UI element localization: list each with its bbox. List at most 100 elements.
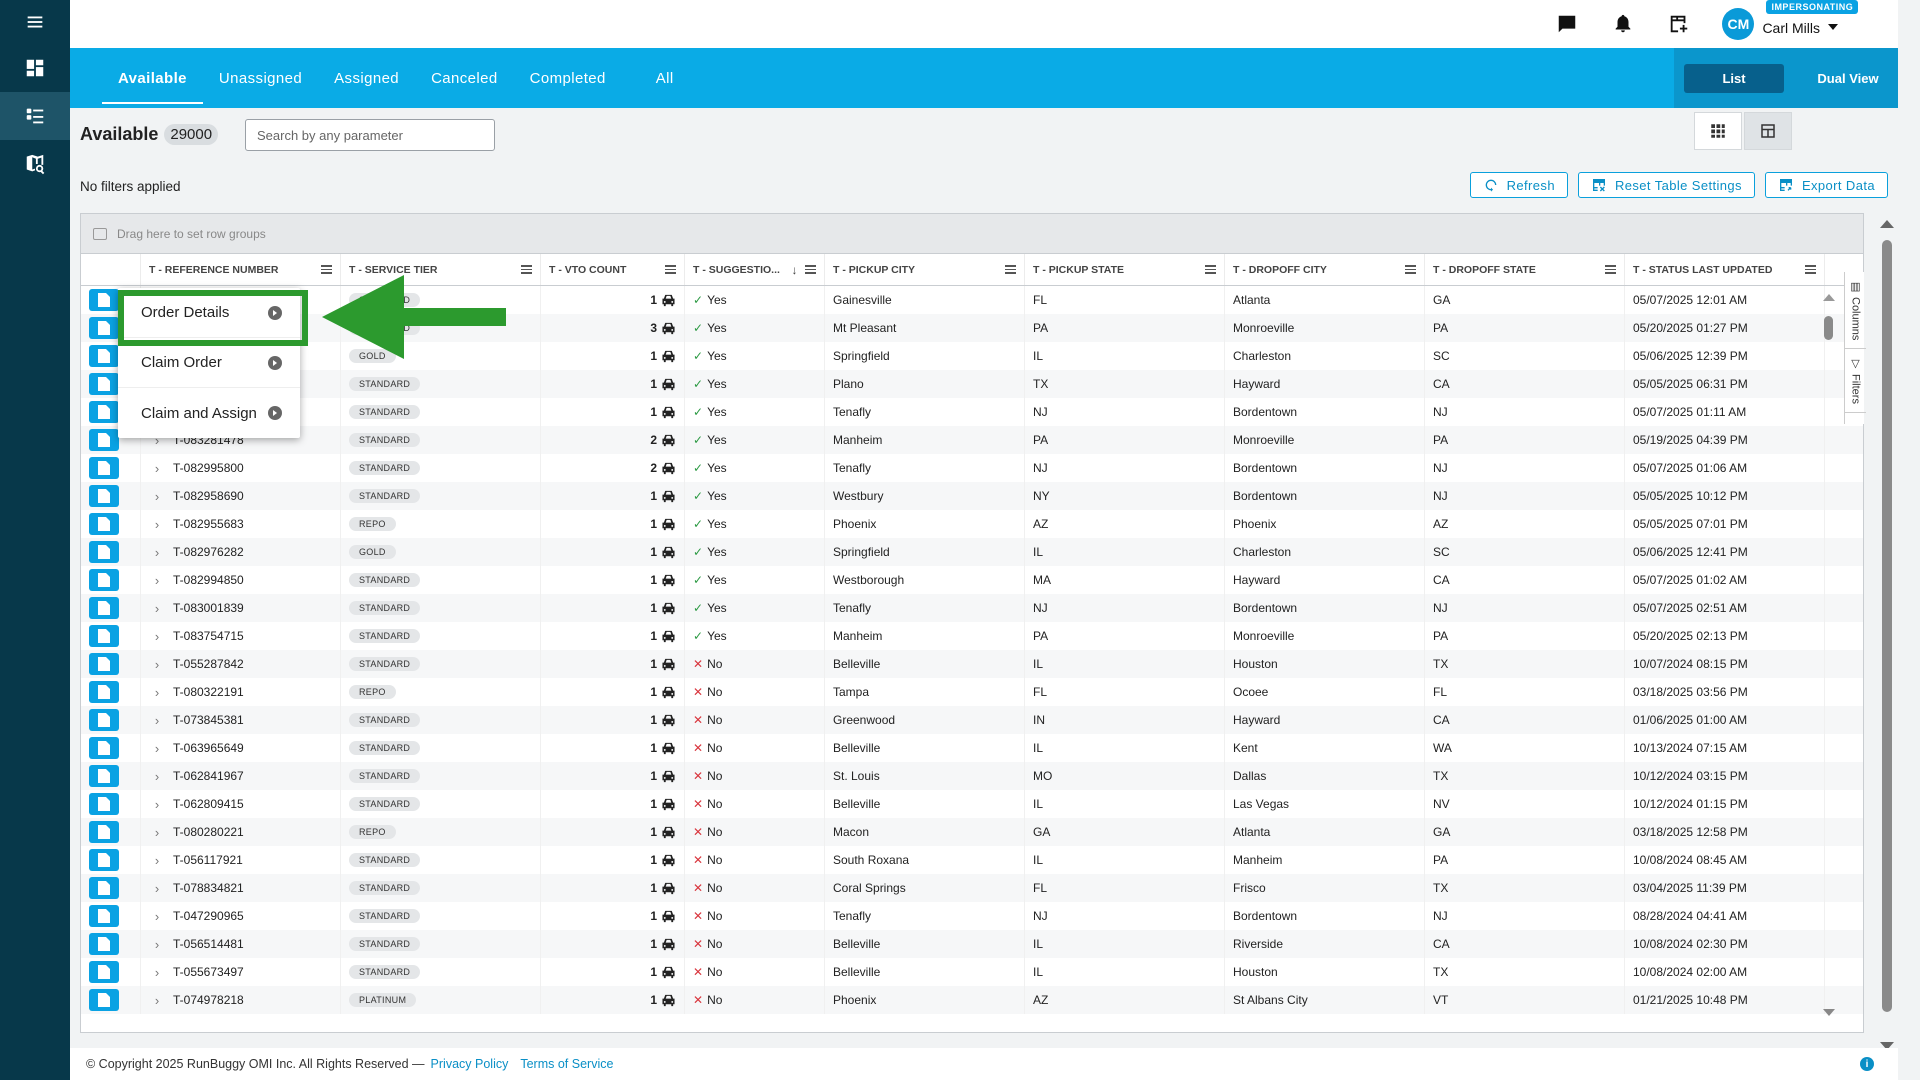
- document-icon[interactable]: [89, 597, 119, 619]
- page-scroll-up-icon[interactable]: [1880, 220, 1894, 228]
- header-dropoff-state[interactable]: T - DROPOFF STATE: [1425, 254, 1625, 285]
- header-suggestion[interactable]: T - SUGGESTIO... ↓: [685, 254, 825, 285]
- rail-orders-list-button[interactable]: [0, 92, 70, 140]
- expand-chevron-icon[interactable]: ›: [149, 545, 165, 560]
- expand-chevron-icon[interactable]: ›: [149, 993, 165, 1008]
- table-row[interactable]: › T-082958690 STANDARD 1 ✓ Yes Westbury NY Borde…: [81, 482, 1863, 510]
- table-row[interactable]: › T-056117921 STANDARD 1 ✕ No South Roxana IL Ma…: [81, 846, 1863, 874]
- row-actions-cell[interactable]: [81, 566, 141, 594]
- refresh-button[interactable]: Refresh: [1469, 172, 1568, 198]
- rail-dashboard-button[interactable]: [0, 44, 70, 92]
- document-icon[interactable]: [89, 373, 119, 395]
- row-actions-cell[interactable]: [81, 538, 141, 566]
- row-actions-cell[interactable]: [81, 846, 141, 874]
- document-icon[interactable]: [89, 765, 119, 787]
- expand-chevron-icon[interactable]: ›: [149, 965, 165, 980]
- row-actions-cell[interactable]: [81, 930, 141, 958]
- expand-chevron-icon[interactable]: ›: [149, 937, 165, 952]
- table-row[interactable]: › T-062841967 STANDARD 1 ✕ No St. Louis MO Dalla…: [81, 762, 1863, 790]
- column-menu-icon[interactable]: [1005, 265, 1016, 274]
- card-layout-button[interactable]: [1694, 112, 1742, 150]
- document-icon[interactable]: [89, 905, 119, 927]
- table-row[interactable]: › T-080322191 REPO 1 ✕ No Tampa FL Ocoee FL 03/18/…: [81, 678, 1863, 706]
- header-pickup-city[interactable]: T - PICKUP CITY: [825, 254, 1025, 285]
- row-actions-cell[interactable]: [81, 454, 141, 482]
- table-row[interactable]: › T-080280221 REPO 1 ✕ No Macon GA Atlanta GA 03/1…: [81, 818, 1863, 846]
- document-icon[interactable]: [89, 653, 119, 675]
- column-menu-icon[interactable]: [1805, 265, 1816, 274]
- page-scroll-thumb[interactable]: [1882, 240, 1892, 1012]
- table-row[interactable]: › T-063965649 STANDARD 1 ✕ No Belleville IL Kent…: [81, 734, 1863, 762]
- column-menu-icon[interactable]: [321, 265, 332, 274]
- table-row[interactable]: › T-047290965 STANDARD 1 ✕ No Tenafly NJ Bordent…: [81, 902, 1863, 930]
- privacy-policy-link[interactable]: Privacy Policy: [431, 1057, 509, 1071]
- header-dropoff-city[interactable]: T - DROPOFF CITY: [1225, 254, 1425, 285]
- expand-chevron-icon[interactable]: ›: [149, 825, 165, 840]
- document-icon[interactable]: [89, 401, 119, 423]
- document-icon[interactable]: [89, 709, 119, 731]
- row-actions-cell[interactable]: [81, 874, 141, 902]
- tab-available[interactable]: Available: [102, 48, 203, 108]
- column-menu-icon[interactable]: [665, 265, 676, 274]
- reset-table-settings-button[interactable]: Reset Table Settings: [1577, 172, 1755, 198]
- document-icon[interactable]: [89, 877, 119, 899]
- document-icon[interactable]: [89, 485, 119, 507]
- filters-panel-tab[interactable]: ▽ Filters: [1845, 349, 1866, 414]
- tab-assigned[interactable]: Assigned: [318, 48, 415, 108]
- table-row[interactable]: › T-055673497 STANDARD 1 ✕ No Belleville IL Hous…: [81, 958, 1863, 986]
- user-menu[interactable]: CM Carl Mills IMPERSONATING: [1722, 0, 1859, 40]
- row-actions-cell[interactable]: [81, 818, 141, 846]
- document-icon[interactable]: [89, 961, 119, 983]
- table-row[interactable]: › T-074978218 PLATINUM 1 ✕ No Phoenix AZ St Alba…: [81, 986, 1863, 1014]
- table-row[interactable]: › T-083001839 STANDARD 1 ✓ Yes Tenafly NJ Borden…: [81, 594, 1863, 622]
- tab-all[interactable]: All: [640, 48, 690, 108]
- column-menu-icon[interactable]: [521, 265, 532, 274]
- info-icon[interactable]: i: [1860, 1057, 1874, 1071]
- expand-chevron-icon[interactable]: ›: [149, 909, 165, 924]
- expand-chevron-icon[interactable]: ›: [149, 657, 165, 672]
- row-actions-cell[interactable]: [81, 986, 141, 1014]
- expand-chevron-icon[interactable]: ›: [149, 517, 165, 532]
- header-pickup-state[interactable]: T - PICKUP STATE: [1025, 254, 1225, 285]
- notifications-button[interactable]: [1610, 11, 1636, 37]
- list-view-button[interactable]: List: [1684, 63, 1784, 93]
- terms-of-service-link[interactable]: Terms of Service: [520, 1057, 613, 1071]
- expand-chevron-icon[interactable]: ›: [149, 629, 165, 644]
- row-actions-cell[interactable]: [81, 482, 141, 510]
- export-data-button[interactable]: Export Data: [1764, 172, 1888, 198]
- expand-chevron-icon[interactable]: ›: [149, 601, 165, 616]
- rail-map-search-button[interactable]: [0, 140, 70, 188]
- document-icon[interactable]: [89, 849, 119, 871]
- document-icon[interactable]: [89, 625, 119, 647]
- document-icon[interactable]: [89, 541, 119, 563]
- row-actions-cell[interactable]: [81, 762, 141, 790]
- expand-chevron-icon[interactable]: ›: [149, 881, 165, 896]
- row-group-dropzone[interactable]: Drag here to set row groups: [81, 214, 1863, 254]
- table-row[interactable]: › T-082995800 STANDARD 2 ✓ Yes Tenafly NJ Borden…: [81, 454, 1863, 482]
- table-row[interactable]: › T-078834821 STANDARD 1 ✕ No Coral Springs FL F…: [81, 874, 1863, 902]
- expand-chevron-icon[interactable]: ›: [149, 769, 165, 784]
- tab-canceled[interactable]: Canceled: [415, 48, 514, 108]
- expand-chevron-icon[interactable]: ›: [149, 685, 165, 700]
- row-actions-cell[interactable]: [81, 790, 141, 818]
- document-icon[interactable]: [89, 569, 119, 591]
- expand-chevron-icon[interactable]: ›: [149, 461, 165, 476]
- table-row[interactable]: › T-055287842 STANDARD 1 ✕ No Belleville IL Hous…: [81, 650, 1863, 678]
- column-menu-icon[interactable]: [805, 265, 816, 274]
- table-row[interactable]: › T-062809415 STANDARD 1 ✕ No Belleville IL Las …: [81, 790, 1863, 818]
- table-row[interactable]: › T-056514481 STANDARD 1 ✕ No Belleville IL Rive…: [81, 930, 1863, 958]
- document-icon[interactable]: [89, 289, 119, 311]
- document-icon[interactable]: [89, 989, 119, 1011]
- expand-chevron-icon[interactable]: ›: [149, 713, 165, 728]
- expand-chevron-icon[interactable]: ›: [149, 853, 165, 868]
- document-icon[interactable]: [89, 821, 119, 843]
- row-actions-cell[interactable]: [81, 622, 141, 650]
- header-reference-number[interactable]: T - REFERENCE NUMBER: [141, 254, 341, 285]
- widgets-button[interactable]: [1666, 11, 1692, 37]
- scroll-down-icon[interactable]: [1823, 1009, 1835, 1016]
- claim-and-assign-menu-item[interactable]: Claim and Assign: [118, 388, 300, 438]
- hamburger-menu-button[interactable]: [0, 0, 70, 44]
- grid-scrollbar[interactable]: [1822, 290, 1835, 1020]
- column-menu-icon[interactable]: [1205, 265, 1216, 274]
- table-row[interactable]: › T-073845381 STANDARD 1 ✕ No Greenwood IN Haywa…: [81, 706, 1863, 734]
